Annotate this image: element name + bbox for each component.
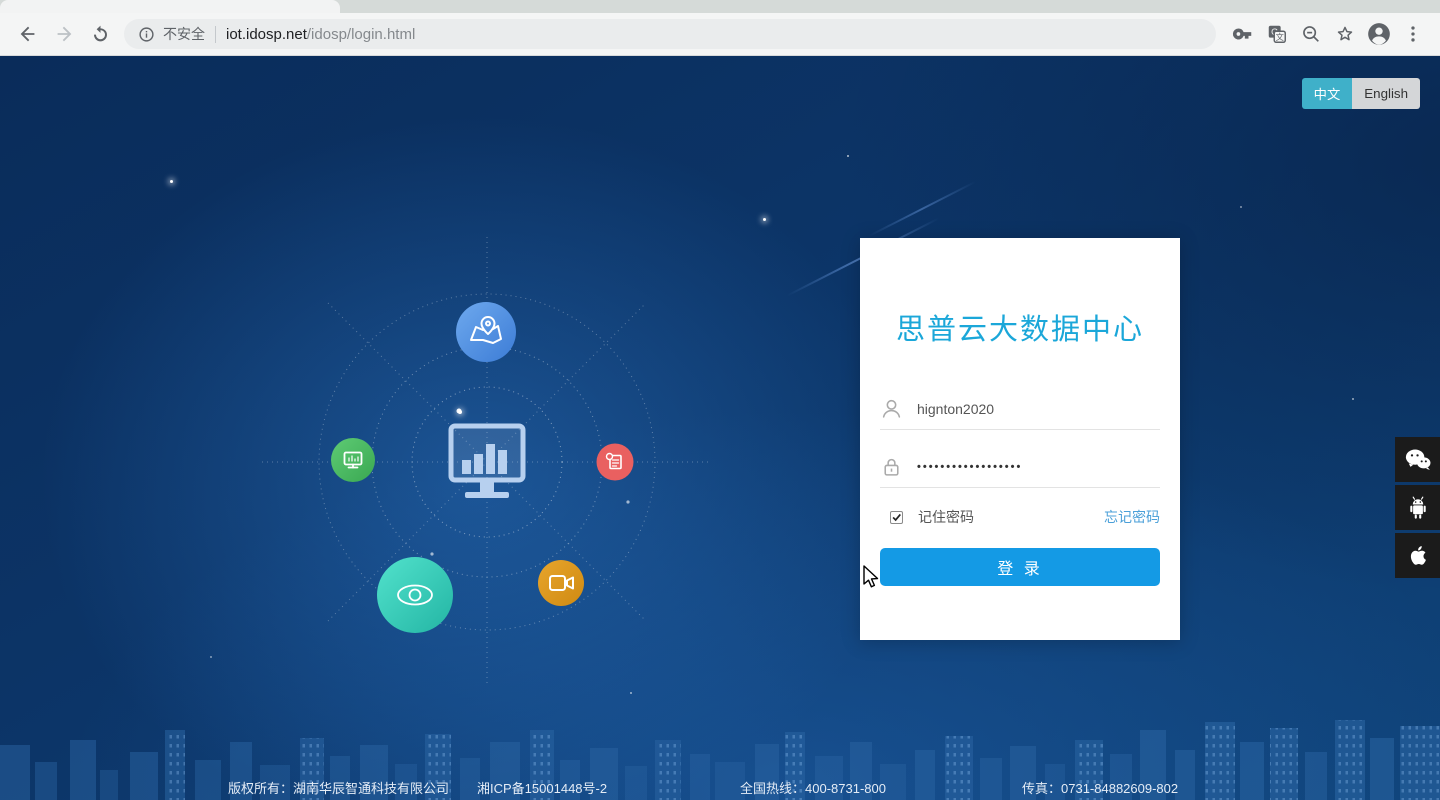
browser-toolbar: 不安全 iot.idosp.net/idosp/login.html G文	[0, 13, 1440, 56]
light-streak	[868, 180, 976, 238]
apple-button[interactable]	[1395, 533, 1440, 578]
star	[170, 180, 173, 183]
wechat-icon	[1405, 449, 1430, 470]
remember-checkbox[interactable]	[890, 510, 903, 524]
lock-icon	[884, 458, 899, 476]
back-arrow-icon	[20, 26, 35, 42]
login-page: 中文 English 思普云大数据中心 记住密码 忘记密码 登 录	[0, 56, 1440, 800]
report-bubble	[596, 443, 634, 481]
social-rail	[1395, 437, 1440, 581]
password-key-button[interactable]	[1226, 17, 1260, 51]
security-label: 不安全	[163, 26, 205, 42]
language-english-button[interactable]: English	[1352, 78, 1420, 109]
address-bar[interactable]: 不安全 iot.idosp.net/idosp/login.html	[124, 19, 1216, 49]
apple-icon	[1410, 545, 1426, 565]
footer-hotline: 全国热线：400-8731-800	[740, 781, 886, 796]
android-icon	[1409, 496, 1426, 519]
login-panel: 思普云大数据中心 记住密码 忘记密码 登 录	[860, 238, 1180, 640]
star	[1352, 398, 1354, 400]
android-button[interactable]	[1395, 485, 1440, 530]
login-title: 思普云大数据中心	[895, 314, 1144, 346]
star	[210, 656, 212, 658]
omnibox-divider	[215, 25, 216, 43]
username-input[interactable]	[917, 400, 1160, 417]
forward-arrow-icon	[57, 26, 72, 42]
login-button[interactable]: 登 录	[880, 548, 1160, 586]
zoom-out-icon	[1303, 26, 1319, 42]
browser-chrome: 不安全 iot.idosp.net/idosp/login.html G文	[0, 0, 1440, 56]
checkmark-icon	[892, 513, 901, 522]
bookmark-star-button[interactable]	[1328, 17, 1362, 51]
tab-strip	[0, 0, 1440, 13]
language-chinese-button[interactable]: 中文	[1301, 78, 1353, 109]
footer-fax: 传真：0731-84882609-802	[1022, 781, 1179, 796]
avatar-icon	[1368, 23, 1390, 45]
username-field-row	[880, 388, 1160, 430]
eye-bubble	[377, 557, 453, 633]
svg-text:文: 文	[1276, 32, 1284, 42]
reload-button[interactable]	[82, 16, 118, 52]
remember-row: 记住密码 忘记密码	[880, 506, 1160, 528]
password-input[interactable]	[917, 460, 1160, 473]
map-pin-bubble	[456, 302, 516, 362]
star	[763, 218, 766, 221]
camera-bubble	[538, 560, 584, 606]
icp-text: 湘ICP备15001448号-2	[477, 781, 608, 796]
wechat-button[interactable]	[1395, 437, 1440, 482]
star	[847, 155, 849, 157]
city-skyline	[0, 720, 1440, 800]
menu-dots-icon	[1411, 26, 1415, 42]
browser-menu-button[interactable]	[1396, 17, 1430, 51]
zoom-out-button[interactable]	[1294, 17, 1328, 51]
translate-button[interactable]: G文	[1260, 17, 1294, 51]
reload-icon	[93, 25, 107, 41]
orbit-graphic	[262, 237, 712, 687]
url-text: iot.idosp.net/idosp/login.html	[226, 26, 415, 43]
star	[1240, 206, 1242, 208]
footer-copyright: 版权所有：湖南华辰智通科技有限公司 湘ICP备15001448号-2	[228, 778, 607, 797]
screen-bubble	[331, 438, 375, 482]
mouse-cursor	[863, 565, 879, 588]
profile-avatar-button[interactable]	[1362, 17, 1396, 51]
info-icon	[139, 26, 154, 42]
copyright-text: 版权所有：湖南华辰智通科技有限公司	[228, 781, 450, 796]
url-path: /idosp/login.html	[306, 25, 416, 43]
browser-tab[interactable]	[0, 0, 340, 13]
password-field-row	[880, 446, 1160, 488]
language-toggle: 中文 English	[1301, 78, 1420, 109]
user-icon	[882, 399, 901, 418]
key-icon	[1232, 28, 1252, 40]
remember-password-label: 记住密码	[918, 509, 974, 525]
forward-button[interactable]	[46, 16, 82, 52]
translate-icon: G文	[1268, 25, 1286, 43]
star-icon	[1337, 26, 1353, 41]
forgot-password-link[interactable]: 忘记密码	[1104, 507, 1160, 527]
url-host: iot.idosp.net	[226, 25, 307, 43]
back-button[interactable]	[10, 16, 46, 52]
